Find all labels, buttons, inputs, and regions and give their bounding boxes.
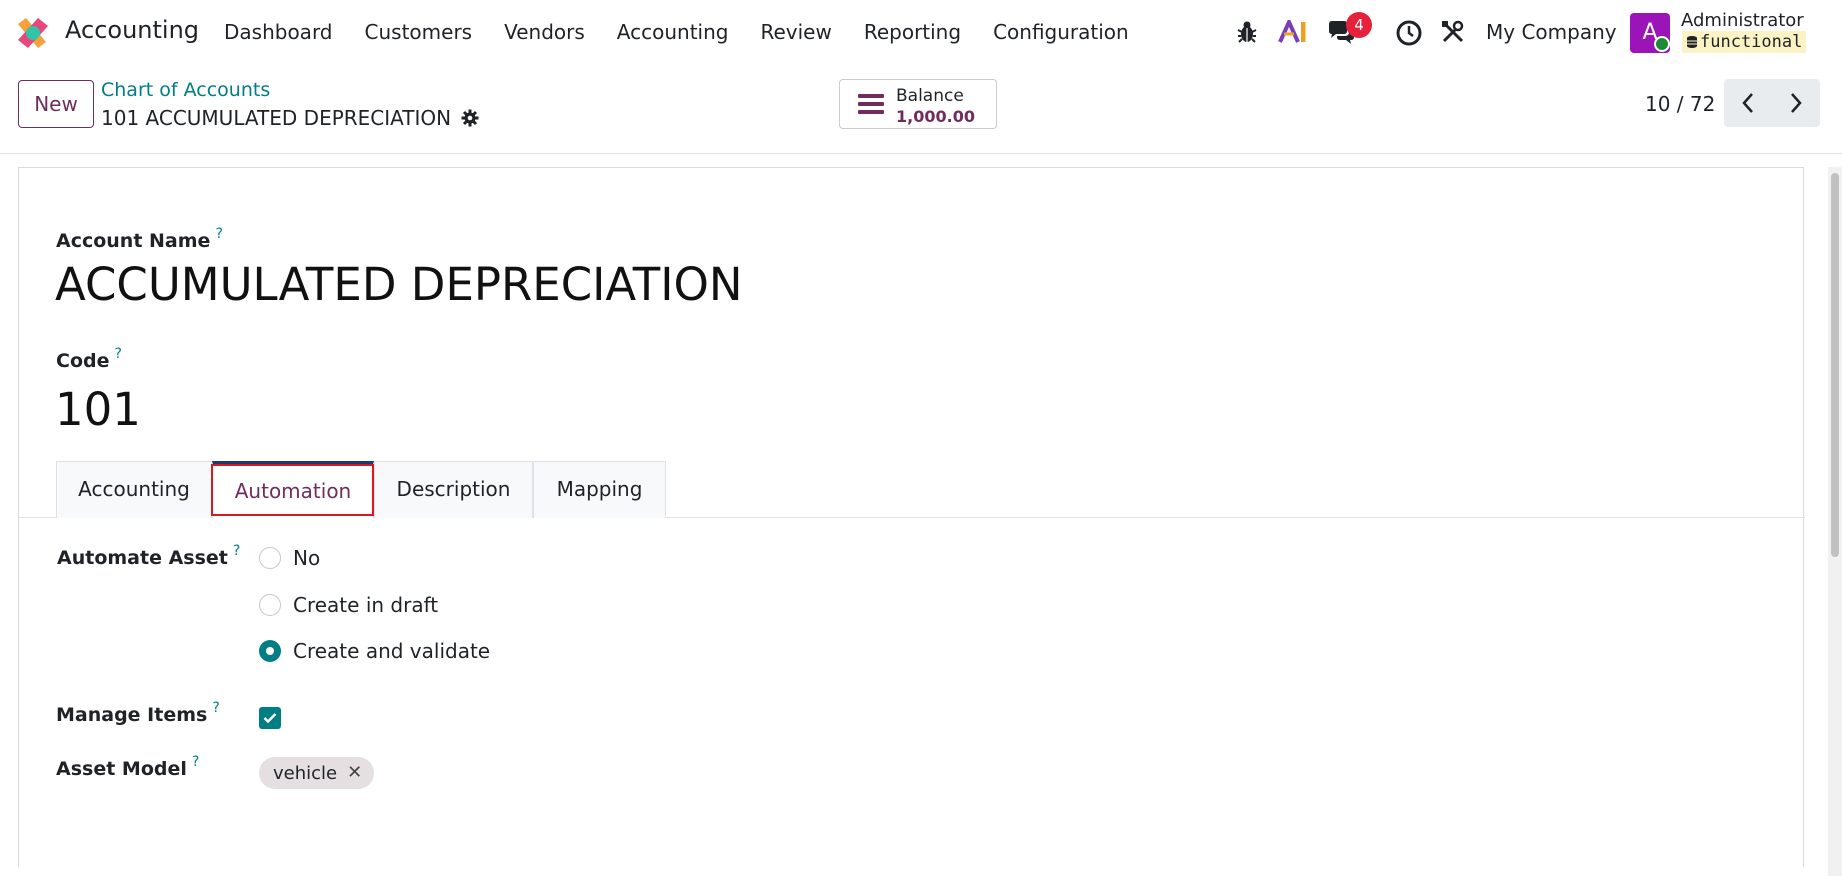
- bug-icon[interactable]: [1236, 20, 1258, 44]
- tab-mapping[interactable]: Mapping: [533, 461, 666, 518]
- messages-count-badge: 4: [1346, 12, 1372, 38]
- chevron-left-icon: [1742, 93, 1753, 113]
- manage-items-label: Manage Items?: [56, 700, 220, 726]
- pager-value[interactable]: 10 / 72: [1645, 92, 1715, 116]
- database-name: functional: [1700, 32, 1803, 52]
- automate-asset-help-icon[interactable]: ?: [233, 543, 240, 559]
- manage-items-help-icon[interactable]: ?: [212, 700, 219, 716]
- radio-option-no[interactable]: No: [259, 546, 320, 570]
- chevron-right-icon: [1791, 93, 1802, 113]
- radio-draft-label[interactable]: Create in draft: [293, 593, 438, 617]
- menu-dashboard[interactable]: Dashboard: [224, 20, 333, 44]
- menu-vendors[interactable]: Vendors: [504, 20, 585, 44]
- radio-no[interactable]: [259, 547, 281, 569]
- pager-previous-button[interactable]: [1724, 79, 1772, 127]
- radio-no-label[interactable]: No: [293, 546, 320, 570]
- pager-next-button[interactable]: [1772, 79, 1820, 127]
- radio-validate[interactable]: [259, 640, 281, 662]
- automate-asset-label: Automate Asset?: [57, 543, 241, 569]
- asset-model-tag-label: vehicle: [273, 762, 338, 784]
- list-bars-icon: [858, 94, 884, 114]
- database-chip: functional: [1682, 31, 1807, 53]
- asset-model-tag[interactable]: vehicle ✕: [259, 757, 375, 789]
- tab-accounting[interactable]: Accounting: [56, 461, 212, 518]
- record-title: 101 ACCUMULATED DEPRECIATION: [101, 106, 479, 130]
- record-title-text: 101 ACCUMULATED DEPRECIATION: [101, 106, 452, 130]
- checkmark-icon: [263, 713, 277, 724]
- tab-automation[interactable]: Automation: [212, 461, 374, 518]
- database-icon: [1687, 36, 1697, 48]
- main-menu: Dashboard Customers Vendors Accounting R…: [224, 20, 1161, 44]
- scrollbar-thumb[interactable]: [1831, 173, 1839, 557]
- account-name-help-icon[interactable]: ?: [215, 226, 222, 242]
- tools-icon[interactable]: [1441, 20, 1465, 44]
- accounting-app-logo-icon[interactable]: [16, 16, 50, 50]
- asset-model-help-icon[interactable]: ?: [192, 754, 199, 770]
- menu-configuration[interactable]: Configuration: [993, 20, 1129, 44]
- breadcrumb[interactable]: Chart of Accounts: [101, 79, 270, 101]
- code-help-icon[interactable]: ?: [114, 346, 121, 362]
- form-sheet: Account Name? ACCUMULATED DEPRECIATION C…: [18, 167, 1805, 867]
- menu-customers[interactable]: Customers: [365, 20, 473, 44]
- asset-model-label: Asset Model?: [56, 754, 200, 780]
- code-label: Code?: [56, 346, 122, 372]
- menu-reporting[interactable]: Reporting: [864, 20, 961, 44]
- tag-remove-icon[interactable]: ✕: [347, 764, 362, 782]
- company-switcher[interactable]: My Company: [1486, 20, 1617, 44]
- ai-icon[interactable]: [1278, 20, 1308, 44]
- code-field[interactable]: 101: [55, 383, 141, 436]
- notebook-tabs: Accounting Automation Description Mappin…: [19, 461, 1805, 518]
- top-navbar: Accounting Dashboard Customers Vendors A…: [0, 0, 1842, 66]
- radio-validate-label[interactable]: Create and validate: [293, 639, 490, 663]
- clock-icon[interactable]: [1396, 20, 1422, 46]
- tab-description[interactable]: Description: [374, 461, 533, 518]
- page-scrollbar[interactable]: [1828, 167, 1842, 876]
- menu-accounting[interactable]: Accounting: [617, 20, 729, 44]
- radio-option-draft[interactable]: Create in draft: [259, 593, 438, 617]
- app-name[interactable]: Accounting: [65, 16, 199, 44]
- menu-review[interactable]: Review: [760, 20, 831, 44]
- balance-label: Balance: [896, 86, 964, 106]
- radio-option-validate[interactable]: Create and validate: [259, 639, 490, 663]
- balance-smart-button[interactable]: Balance 1,000.00: [839, 79, 997, 129]
- balance-value: 1,000.00: [896, 107, 975, 126]
- manage-items-checkbox[interactable]: [259, 707, 281, 729]
- account-name-field[interactable]: ACCUMULATED DEPRECIATION: [55, 258, 743, 311]
- radio-draft[interactable]: [259, 594, 281, 616]
- account-name-label: Account Name?: [56, 226, 223, 252]
- user-name[interactable]: Administrator: [1681, 10, 1804, 31]
- new-button[interactable]: New: [18, 80, 94, 128]
- control-panel: New Chart of Accounts 101 ACCUMULATED DE…: [0, 66, 1842, 154]
- gear-icon[interactable]: [461, 109, 479, 127]
- online-status-icon: [1654, 36, 1670, 52]
